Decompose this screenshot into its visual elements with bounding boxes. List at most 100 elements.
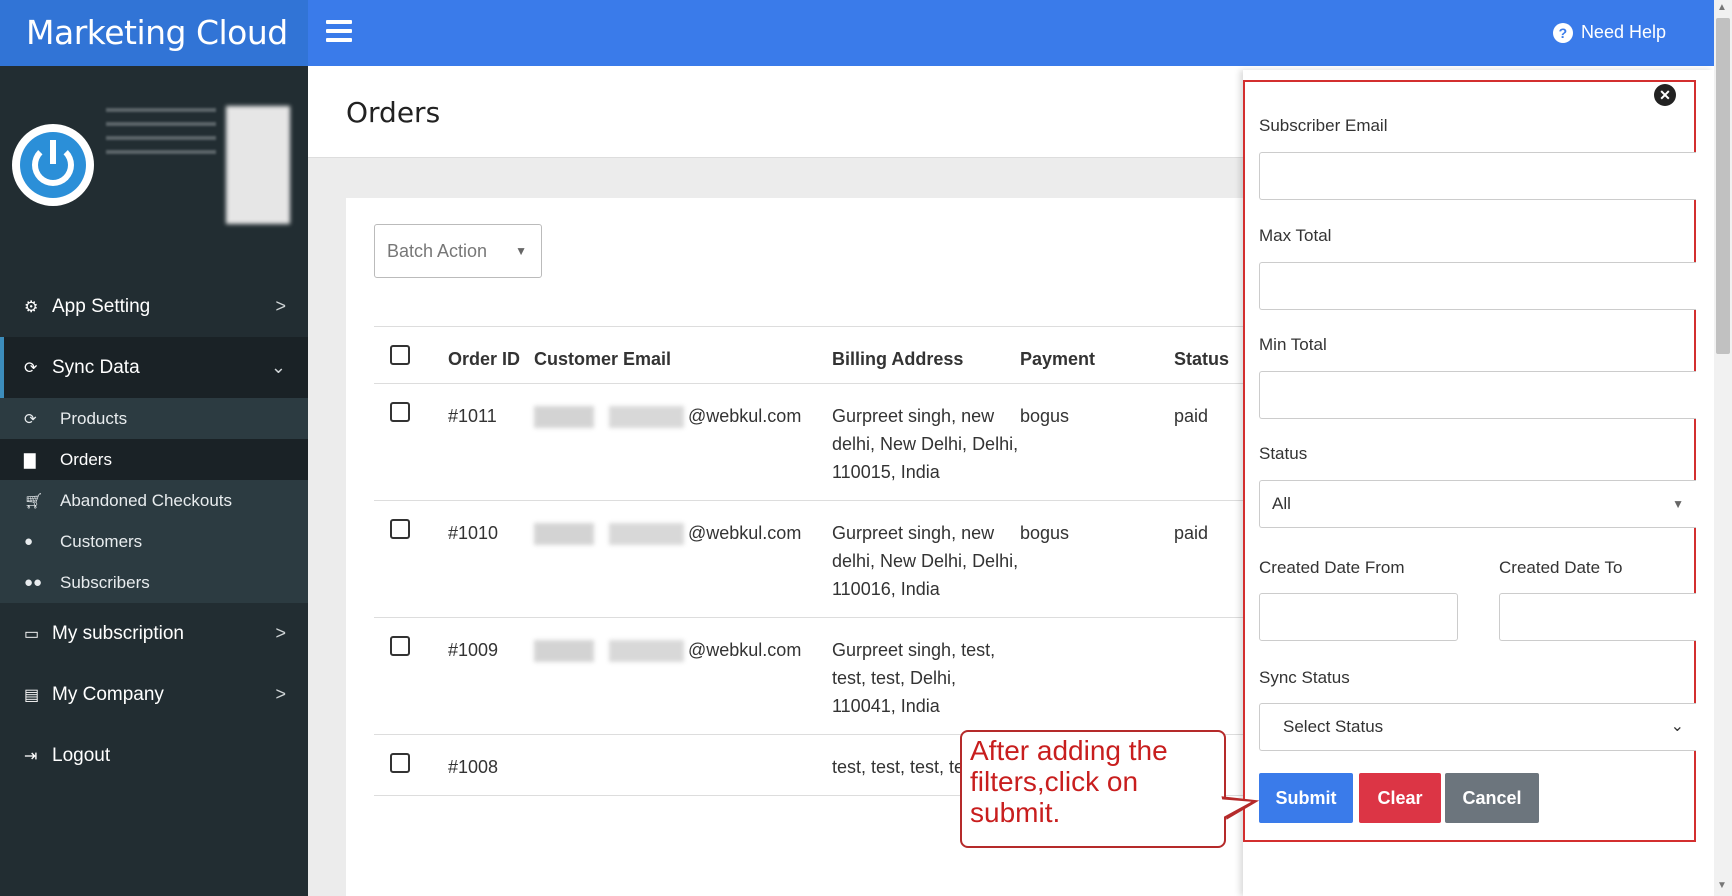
order-id-cell[interactable]: #1010 [448,500,534,618]
sidebar: ⚙ App Setting > ⟳ Sync Data ⌄ ⟳ Products… [0,66,308,896]
status-select-value: All [1272,494,1291,513]
page-title: Orders [346,96,441,129]
subscriber-email-label: Subscriber Email [1259,116,1388,135]
sidebar-item-logout[interactable]: ⇥ Logout [0,725,308,786]
customer-email-cell: @webkul.com [534,617,832,735]
sidebar-item-label: Orders [60,449,112,469]
scroll-down-arrow-icon[interactable]: ▼ [1717,880,1727,891]
created-date-from-label: Created Date From [1259,558,1405,577]
batch-action-label: Batch Action [387,241,488,261]
row-checkbox[interactable] [390,402,410,422]
row-select-cell [374,734,448,796]
need-help-link[interactable]: ? Need Help [1552,22,1666,43]
sidebar-item-orders[interactable]: ▇ Orders [0,439,308,480]
sidebar-item-sync-data[interactable]: ⟳ Sync Data ⌄ [0,337,308,398]
created-date-to-label: Created Date To [1499,558,1623,577]
cancel-button[interactable]: Cancel [1445,773,1539,823]
sidebar-item-my-company[interactable]: ▤ My Company > [0,664,308,725]
row-checkbox[interactable] [390,636,410,656]
sidebar-item-label: My Company [52,683,164,705]
refresh-icon: ⟳ [24,410,37,428]
subscriber-email-input[interactable] [1259,152,1696,200]
billing-address-cell: Gurpreet singh, test, test, test, Delhi,… [832,617,1020,735]
app-logo [12,124,94,206]
sidebar-item-subscribers[interactable]: ●● Subscribers [0,562,308,603]
sync-data-submenu: ⟳ Products ▇ Orders 🛒︎ Abandoned Checkou… [0,398,308,603]
caret-down-icon: ▼ [515,244,527,258]
chevron-down-icon: ⌄ [1670,718,1684,735]
select-all-cell [374,326,448,384]
max-total-input[interactable] [1259,262,1696,310]
sidebar-item-my-subscription[interactable]: ▭ My subscription > [0,603,308,664]
gears-icon: ⚙ [24,298,39,316]
sidebar-item-app-setting[interactable]: ⚙ App Setting > [0,276,308,337]
sync-status-select[interactable]: Select Status ⌄ [1259,703,1696,751]
close-icon[interactable]: ✕ [1654,84,1676,106]
status-label: Status [1259,444,1308,463]
submit-button[interactable]: Submit [1259,773,1353,823]
email-domain: @webkul.com [688,640,802,660]
created-date-from-input[interactable] [1259,593,1458,641]
instruction-callout: After adding the filters,click on submit… [960,730,1226,848]
blurred-email [534,640,684,663]
cart-icon: 🛒︎ [24,492,44,510]
file-icon: ▇ [24,451,36,469]
min-total-label: Min Total [1259,335,1327,354]
chevron-right-icon: > [275,296,286,316]
scrollbar-thumb[interactable] [1716,18,1730,354]
sidebar-item-customers[interactable]: ● Customers [0,521,308,562]
order-id-cell[interactable]: #1009 [448,617,534,735]
email-domain: @webkul.com [688,523,802,543]
created-date-to-input[interactable] [1499,593,1696,641]
hamburger-menu-icon[interactable] [326,20,352,44]
brand-title[interactable]: Marketing Cloud [0,0,308,66]
top-navbar: ? Need Help [308,0,1714,66]
customer-email-cell: @webkul.com [534,500,832,618]
sidebar-item-label: Logout [52,744,111,766]
blurred-email [534,406,684,429]
blurred-profile-text [106,108,216,158]
max-total-label: Max Total [1259,226,1332,245]
profile-area [0,66,308,276]
payment-cell: bogus [1020,500,1174,618]
payment-cell [1020,617,1174,735]
sidebar-item-label: Customers [60,531,143,551]
sign-out-icon: ⇥ [24,747,38,765]
chevron-down-icon: ⌄ [270,357,286,377]
batch-action-select[interactable]: Batch Action ▼ [374,224,542,278]
id-card-icon: ▤ [24,686,40,704]
row-select-cell [374,383,448,501]
sidebar-item-label: App Setting [52,295,151,317]
clear-button[interactable]: Clear [1359,773,1441,823]
billing-address-cell: Gurpreet singh, new delhi, New Delhi, De… [832,500,1020,618]
sidebar-item-abandoned-checkouts[interactable]: 🛒︎ Abandoned Checkouts [0,480,308,521]
caret-down-icon: ▼ [1672,497,1684,511]
order-id-cell[interactable]: #1008 [448,734,534,796]
status-select[interactable]: All ▼ [1259,480,1696,528]
chevron-right-icon: > [275,623,286,643]
row-select-cell [374,617,448,735]
scroll-up-arrow-icon[interactable]: ▲ [1717,2,1727,13]
question-circle-icon: ? [1552,22,1573,43]
chevron-right-icon: > [275,684,286,704]
row-checkbox[interactable] [390,519,410,539]
payment-cell: bogus [1020,383,1174,501]
need-help-label: Need Help [1580,22,1666,42]
column-header-billing-address: Billing Address [832,326,1020,384]
credit-card-icon: ▭ [24,625,40,643]
row-select-cell [374,500,448,618]
column-header-customer-email: Customer Email [534,326,832,384]
blurred-email [534,523,684,546]
sidebar-item-label: Subscribers [60,572,150,592]
user-icon: ● [24,533,34,550]
row-checkbox[interactable] [390,753,410,773]
select-all-checkbox[interactable] [390,345,410,365]
sidebar-item-products[interactable]: ⟳ Products [0,398,308,439]
email-domain: @webkul.com [688,406,802,426]
customer-email-cell: @webkul.com [534,383,832,501]
sync-status-select-value: Select Status [1283,717,1384,736]
sidebar-item-label: Abandoned Checkouts [60,490,233,510]
min-total-input[interactable] [1259,371,1696,419]
sidebar-item-label: Products [60,408,128,428]
order-id-cell[interactable]: #1011 [448,383,534,501]
